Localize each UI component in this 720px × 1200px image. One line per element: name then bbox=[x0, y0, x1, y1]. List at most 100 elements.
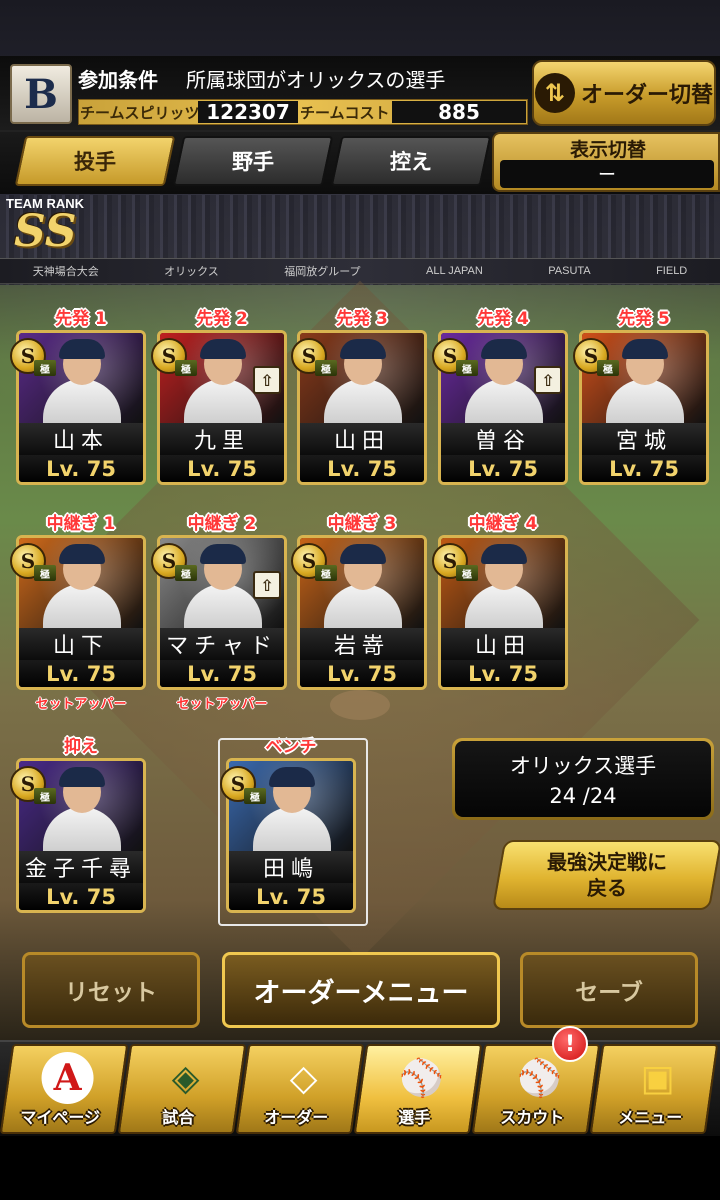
player-name: 金子千尋 bbox=[19, 851, 143, 883]
nav-order[interactable]: ◇ オーダー bbox=[235, 1044, 365, 1134]
slot-label: 中継ぎ 3 bbox=[327, 514, 397, 534]
player-level: Lv. 75 bbox=[300, 660, 424, 687]
player-name: 山下 bbox=[19, 628, 143, 660]
player-cap bbox=[59, 544, 105, 564]
mascot-menu-icon: ▣ bbox=[640, 1057, 675, 1099]
slot-label: 中継ぎ 4 bbox=[468, 514, 538, 534]
tab-fielder[interactable]: 野手 bbox=[172, 136, 334, 186]
display-switch-value: ー bbox=[500, 160, 714, 188]
kyoku-tier-badge: 極 bbox=[34, 788, 56, 804]
bottom-strip bbox=[0, 1136, 720, 1200]
pitchers-mound bbox=[330, 690, 390, 720]
player-level: Lv. 75 bbox=[160, 455, 284, 482]
kyoku-tier-badge: 極 bbox=[456, 565, 478, 581]
kyoku-tier-badge: 極 bbox=[315, 565, 337, 581]
team-spirit-value: 122307 bbox=[198, 100, 298, 124]
nav-menu[interactable]: ▣ メニュー bbox=[589, 1044, 719, 1134]
role-label: セットアッパー bbox=[35, 697, 127, 712]
bat-scout-icon: ⚾ bbox=[517, 1058, 562, 1099]
nav-game[interactable]: ◈ 試合 bbox=[117, 1044, 247, 1134]
nav-label: 選手 bbox=[398, 1108, 431, 1127]
player-name: 山田 bbox=[441, 628, 565, 660]
upgrade-arrow-icon: ⇧ bbox=[253, 366, 281, 394]
order-switch-label: オーダー切替 bbox=[580, 83, 713, 108]
role-label: セットアッパー bbox=[176, 697, 268, 712]
stadium-ad: PASUTA bbox=[548, 265, 591, 277]
tab-label: 投手 bbox=[74, 150, 116, 174]
nav-label: 試合 bbox=[162, 1108, 195, 1127]
team-rank-value: SS bbox=[14, 206, 77, 257]
player-cap bbox=[622, 339, 668, 359]
save-button[interactable]: セーブ bbox=[520, 952, 698, 1028]
player-cap bbox=[481, 339, 527, 359]
nav-players[interactable]: ⚾ 選手 bbox=[353, 1044, 483, 1134]
stadium-ad: オリックス bbox=[164, 266, 219, 278]
orix-players-panel: オリックス選手 24 /24 bbox=[452, 738, 714, 820]
kyoku-tier-badge: 極 bbox=[34, 565, 56, 581]
display-switch-button[interactable]: 表示切替 ー bbox=[492, 132, 720, 192]
team-cost-label: チームコスト bbox=[300, 104, 390, 122]
player-cap bbox=[200, 544, 246, 564]
player-name: 岩嵜 bbox=[300, 628, 424, 660]
player-level: Lv. 75 bbox=[441, 660, 565, 687]
slot-label: 抑え bbox=[64, 737, 98, 757]
player-level: Lv. 75 bbox=[300, 455, 424, 482]
kyoku-tier-badge: 極 bbox=[456, 360, 478, 376]
kyoku-tier-badge: 極 bbox=[34, 360, 56, 376]
order-menu-button[interactable]: オーダーメニュー bbox=[222, 952, 500, 1028]
orix-players-label: オリックス選手 bbox=[509, 754, 657, 778]
upgrade-arrow-icon: ⇧ bbox=[534, 366, 562, 394]
back-button-label: 最強決定戦に 戻る bbox=[547, 850, 667, 900]
stadium-ad: 福岡放グループ bbox=[284, 266, 361, 278]
player-cap bbox=[59, 339, 105, 359]
player-level: Lv. 75 bbox=[19, 883, 143, 910]
reset-button[interactable]: リセット bbox=[22, 952, 200, 1028]
slot-label: 先発 2 bbox=[196, 309, 248, 329]
player-name: 宮城 bbox=[582, 423, 706, 455]
order-switch-button[interactable]: ⇅ オーダー切替 bbox=[532, 60, 716, 126]
player-cap bbox=[340, 339, 386, 359]
upgrade-arrow-icon: ⇧ bbox=[253, 571, 281, 599]
player-level: Lv. 75 bbox=[19, 455, 143, 482]
kyoku-tier-badge: 極 bbox=[597, 360, 619, 376]
tab-label: 控え bbox=[390, 150, 432, 174]
player-name: マチャド bbox=[160, 628, 284, 660]
condition-value: 所属球団がオリックスの選手 bbox=[186, 68, 446, 92]
stadium-ad: FIELD bbox=[656, 265, 688, 277]
tab-reserve[interactable]: 控え bbox=[330, 136, 492, 186]
slot-label: 中継ぎ 2 bbox=[187, 514, 257, 534]
scout-notification-badge: ! bbox=[552, 1026, 588, 1062]
player-cap bbox=[481, 544, 527, 564]
slot-label: 先発 5 bbox=[618, 309, 670, 329]
field-order-icon: ◇ bbox=[289, 1057, 318, 1099]
swap-arrows-icon: ⇅ bbox=[534, 73, 575, 113]
nav-label: オーダー bbox=[264, 1108, 329, 1127]
kyoku-tier-badge: 極 bbox=[315, 360, 337, 376]
player-name: 山田 bbox=[300, 423, 424, 455]
player-silhouette-icon: ⚾ bbox=[399, 1058, 444, 1099]
player-level: Lv. 75 bbox=[160, 660, 284, 687]
slot-label: 先発 1 bbox=[55, 309, 107, 329]
kyoku-tier-badge: 極 bbox=[175, 565, 197, 581]
display-switch-label: 表示切替 bbox=[569, 139, 646, 161]
tab-pitcher[interactable]: 投手 bbox=[14, 136, 176, 186]
kyoku-tier-badge: 極 bbox=[175, 360, 197, 376]
nav-label: スカウト bbox=[500, 1108, 565, 1127]
stadium-ad: ALL JAPAN bbox=[425, 265, 483, 277]
player-cap bbox=[200, 339, 246, 359]
slot-label: 中継ぎ 1 bbox=[46, 514, 116, 534]
stadium-icon: ◈ bbox=[171, 1057, 200, 1099]
a-logo-icon: A bbox=[41, 1052, 94, 1104]
stadium-ad: 天神場合大会 bbox=[32, 266, 99, 278]
nav-mypage[interactable]: A マイページ bbox=[0, 1044, 129, 1134]
slot-label: 先発 4 bbox=[477, 309, 529, 329]
nav-label: メニュー bbox=[618, 1108, 683, 1127]
back-to-championship-button[interactable]: 最強決定戦に 戻る bbox=[491, 840, 720, 910]
nav-label: マイページ bbox=[20, 1108, 101, 1127]
player-level: Lv. 75 bbox=[19, 660, 143, 687]
player-level: Lv. 75 bbox=[582, 455, 706, 482]
team-logo: B bbox=[10, 64, 72, 124]
orix-players-count: 24 /24 bbox=[549, 784, 617, 808]
team-cost-value: 885 bbox=[392, 100, 526, 124]
team-spirit-label: チームスピリッツ bbox=[80, 104, 200, 122]
